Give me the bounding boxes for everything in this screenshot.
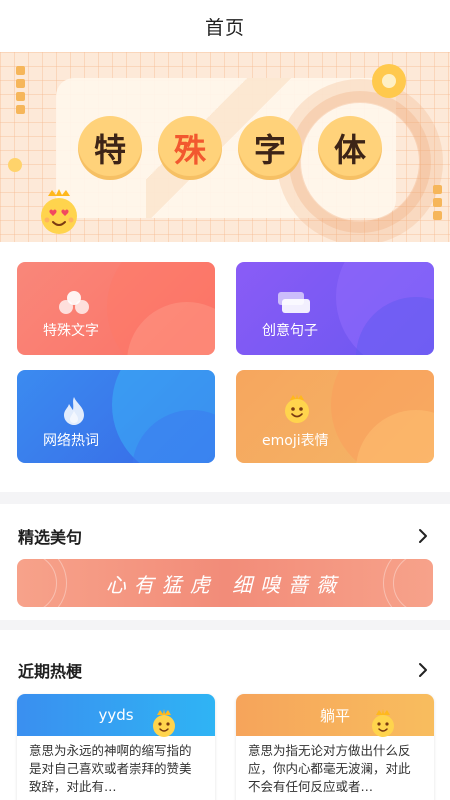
top-bar: 首页 (0, 0, 450, 52)
special-text-label: 特殊文字 (43, 323, 99, 339)
section-title: 近期热梗 (18, 662, 83, 681)
emoji-crown-icon (285, 394, 309, 423)
section-header: 近期热梗 (18, 658, 432, 682)
emoji-label: emoji表情 (262, 433, 329, 449)
recent-memes-section: 近期热梗 yyds 意思为永远的神啊的缩写指的是对自己喜欢或者崇拜的赞美致辞，对… (0, 630, 450, 800)
banner-title: 特 殊 字 体 (78, 116, 382, 180)
featured-sentences-section: 精选美句 心有猛虎 细嗅蔷薇 (0, 504, 450, 620)
home-page: 首页 特 殊 字 体 特殊文字 创意句子 网络热词 emoji表情 精选美句 心… (0, 0, 450, 800)
creative-sentence-card[interactable]: 创意句子 (236, 262, 434, 355)
section-title: 精选美句 (18, 528, 83, 547)
emoji-crown-icon (372, 709, 394, 737)
heart-eyes-emoji-icon (41, 189, 77, 234)
chevron-right-icon[interactable] (414, 661, 432, 679)
emoji-card[interactable]: emoji表情 (236, 370, 434, 463)
chevron-right-icon[interactable] (414, 527, 432, 545)
emoji-crown-icon (153, 709, 175, 737)
meme-card-header: yyds (17, 694, 215, 737)
meme-title: 躺平 (319, 706, 350, 725)
decorative-squares-left (16, 66, 25, 114)
meme-card[interactable]: 躺平 意思为指无论对方做出什么反应，你内心都毫无波澜，对此不会有任何反应或者… (236, 694, 434, 800)
creative-sentence-label: 创意句子 (262, 323, 318, 339)
banner-char: 特 (78, 116, 142, 180)
decorative-squares-right (433, 185, 442, 220)
meme-card[interactable]: yyds 意思为永远的神啊的缩写指的是对自己喜欢或者崇拜的赞美致辞，对此有… (17, 694, 215, 800)
internet-slang-card[interactable]: 网络热词 (17, 370, 215, 463)
quote-banner[interactable]: 心有猛虎 细嗅蔷薇 (17, 559, 433, 607)
meme-card-header: 躺平 (236, 694, 434, 737)
hero-banner[interactable]: 特 殊 字 体 (0, 52, 450, 242)
decorative-dot (8, 158, 22, 172)
meme-description: 意思为指无论对方做出什么反应，你内心都毫无波澜，对此不会有任何反应或者… (248, 743, 411, 794)
decorative-ring-icon (372, 64, 406, 98)
flame-icon (64, 397, 84, 425)
banner-char: 体 (318, 116, 382, 180)
decorative-ring (393, 559, 433, 607)
meme-title: yyds (98, 706, 134, 724)
banner-char: 殊 (158, 116, 222, 180)
page-title: 首页 (204, 16, 245, 39)
tools-grid: 特殊文字 创意句子 网络热词 emoji表情 (0, 242, 450, 492)
decorative-ring (17, 559, 57, 607)
quote-text: 心有猛虎 细嗅蔷薇 (105, 572, 345, 597)
section-header: 精选美句 (18, 524, 432, 548)
special-text-card[interactable]: 特殊文字 (17, 262, 215, 355)
cloud-icon (59, 291, 89, 314)
internet-slang-label: 网络热词 (43, 433, 99, 449)
meme-description: 意思为永远的神啊的缩写指的是对自己喜欢或者崇拜的赞美致辞，对此有… (29, 743, 192, 794)
cards-icon (278, 292, 310, 313)
banner-char: 字 (238, 116, 302, 180)
